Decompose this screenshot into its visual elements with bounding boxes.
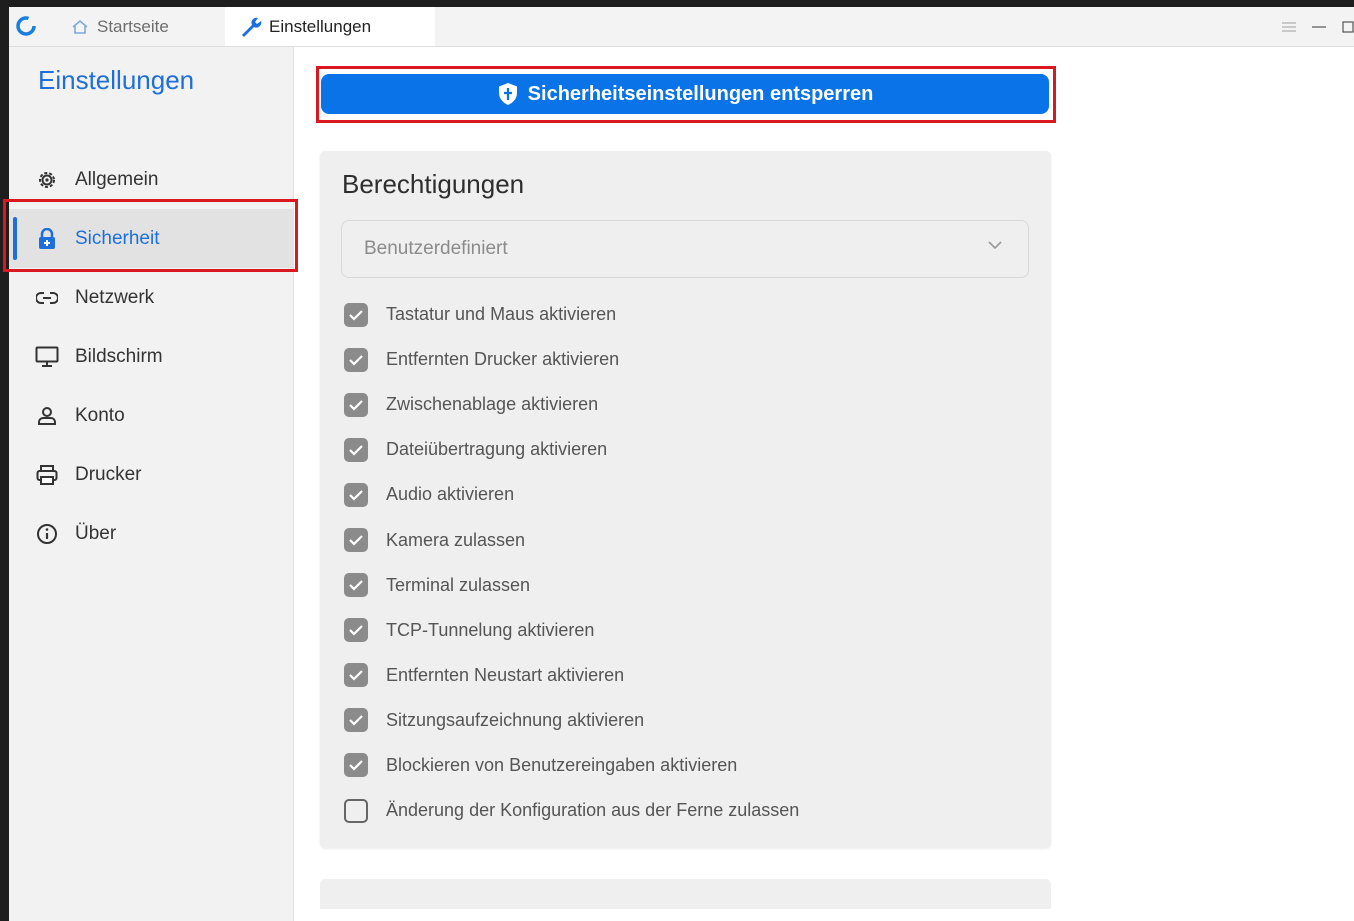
minimize-icon[interactable]: [1312, 22, 1326, 32]
chevron-down-icon: [988, 241, 1002, 250]
permission-checkbox-label: Sitzungsaufzeichnung aktivieren: [386, 709, 645, 730]
sidebar-item-label: Drucker: [75, 463, 142, 485]
title-bar: Startseite Einstellungen: [9, 7, 1354, 47]
permission-checkbox-row[interactable]: Entfernten Neustart aktivieren: [344, 653, 799, 698]
checkmark-icon: [349, 535, 363, 546]
sidebar-item-label: Sicherheit: [75, 227, 160, 249]
lock-icon: [34, 226, 60, 252]
checkbox-checked[interactable]: [344, 528, 368, 553]
checkbox-checked[interactable]: [344, 708, 368, 733]
checkmark-icon: [349, 445, 363, 456]
tab-home-label: Startseite: [97, 16, 169, 36]
info-icon: [34, 521, 60, 547]
checkmark-icon: [349, 580, 363, 591]
permission-checkbox-row[interactable]: Änderung der Konfiguration aus der Ferne…: [344, 788, 799, 833]
home-icon: [71, 19, 89, 35]
checkbox-checked[interactable]: [344, 302, 368, 327]
sidebar-item-label: Allgemein: [75, 168, 159, 190]
checkmark-icon: [349, 760, 363, 772]
gear-icon: [34, 167, 60, 193]
permission-checkbox-row[interactable]: Kamera zulassen: [344, 517, 799, 562]
checkbox-checked[interactable]: [344, 663, 368, 688]
checkbox-checked[interactable]: [344, 753, 368, 778]
checkbox-checked[interactable]: [344, 347, 368, 372]
checkmark-icon: [349, 399, 363, 411]
sidebar-nav: Allgemein Sicherheit Netzwerk Bildschirm…: [9, 150, 293, 563]
permission-checkbox-label: Blockieren von Benutzereingaben aktivier…: [386, 754, 738, 775]
tab-settings-label: Einstellungen: [269, 16, 372, 36]
checkbox-unchecked[interactable]: [344, 798, 368, 823]
checkbox-checked[interactable]: [344, 437, 368, 462]
checkmark-icon: [349, 625, 363, 636]
permission-checkbox-row[interactable]: Dateiübertragung aktivieren: [344, 427, 799, 472]
permission-checkbox-row[interactable]: Entfernten Drucker aktivieren: [344, 337, 799, 382]
sidebar-title: Einstellungen: [38, 65, 195, 95]
permission-checkbox-label: Audio aktivieren: [386, 484, 515, 505]
sidebar-item-allgemein[interactable]: Allgemein: [9, 150, 293, 209]
permission-checkbox-row[interactable]: Terminal zulassen: [344, 563, 799, 608]
permission-checkbox-label: Kamera zulassen: [386, 529, 526, 550]
permissions-card: Berechtigungen Benutzerdefiniert Tastatu…: [320, 151, 1051, 848]
permission-checkbox-label: Änderung der Konfiguration aus der Ferne…: [386, 800, 800, 821]
sidebar-item-drucker[interactable]: Drucker: [9, 445, 293, 504]
unlock-security-button[interactable]: Sicherheitseinstellungen entsperren: [321, 74, 1049, 114]
checkbox-checked[interactable]: [344, 618, 368, 643]
checkmark-icon: [349, 354, 363, 366]
maximize-icon[interactable]: [1342, 20, 1354, 33]
unlock-security-button-label: Sicherheitseinstellungen entsperren: [527, 82, 874, 105]
sidebar-item-label: Bildschirm: [75, 345, 163, 367]
sidebar-item-label: Netzwerk: [75, 286, 155, 308]
permission-checkbox-row[interactable]: Sitzungsaufzeichnung aktivieren: [344, 698, 799, 743]
permission-checkbox-label: Entfernten Drucker aktivieren: [386, 349, 620, 370]
monitor-icon: [34, 344, 60, 370]
permission-checkbox-label: Zwischenablage aktivieren: [386, 394, 599, 415]
permissions-title: Berechtigungen: [342, 169, 525, 199]
permission-checkbox-row[interactable]: Blockieren von Benutzereingaben aktivier…: [344, 743, 799, 788]
window-top-border: [0, 0, 1354, 7]
sidebar-item-ueber[interactable]: Über: [9, 504, 293, 563]
permission-checkbox-row[interactable]: Audio aktivieren: [344, 472, 799, 517]
permission-checkbox-list: Tastatur und Maus aktivieren Entfernten D…: [344, 292, 799, 833]
permission-checkbox-row[interactable]: TCP-Tunnelung aktivieren: [344, 608, 799, 653]
checkbox-checked[interactable]: [344, 482, 368, 507]
checkbox-checked[interactable]: [344, 573, 368, 598]
checkmark-icon: [349, 715, 363, 726]
sidebar: Einstellungen Allgemein Sicherheit Netzw…: [9, 47, 294, 921]
sidebar-item-label: Konto: [75, 404, 125, 426]
permission-checkbox-row[interactable]: Zwischenablage aktivieren: [344, 382, 799, 427]
sidebar-item-sicherheit[interactable]: Sicherheit: [9, 209, 293, 268]
link-icon: [34, 285, 60, 311]
window-left-border: [0, 0, 9, 921]
permission-checkbox-label: Tastatur und Maus aktivieren: [386, 304, 617, 325]
permission-preset-value: Benutzerdefiniert: [364, 238, 508, 259]
user-icon: [34, 403, 60, 429]
sidebar-item-konto[interactable]: Konto: [9, 386, 293, 445]
sidebar-item-label: Über: [75, 522, 117, 544]
app-logo-icon: [16, 16, 36, 36]
menu-icon[interactable]: [1282, 21, 1296, 32]
checkbox-checked[interactable]: [344, 392, 368, 417]
permission-preset-select[interactable]: Benutzerdefiniert: [341, 220, 1029, 278]
tab-settings[interactable]: Einstellungen: [225, 7, 435, 46]
checkmark-icon: [349, 309, 363, 321]
window-controls: [1266, 7, 1354, 46]
printer-icon: [34, 462, 60, 488]
sidebar-item-bildschirm[interactable]: Bildschirm: [9, 327, 293, 386]
permission-checkbox-label: Terminal zulassen: [386, 574, 531, 595]
permission-checkbox-label: TCP-Tunnelung aktivieren: [386, 619, 595, 640]
permission-checkbox-label: Entfernten Neustart aktivieren: [386, 664, 625, 685]
checkmark-icon: [349, 490, 363, 501]
next-settings-card: [320, 879, 1051, 909]
permission-checkbox-label: Dateiübertragung aktivieren: [386, 439, 608, 460]
checkmark-icon: [349, 670, 363, 681]
tab-home[interactable]: Startseite: [71, 7, 169, 46]
permission-checkbox-row[interactable]: Tastatur und Maus aktivieren: [344, 292, 799, 337]
wrench-icon: [239, 16, 263, 38]
shield-icon: [497, 82, 519, 106]
sidebar-item-netzwerk[interactable]: Netzwerk: [9, 268, 293, 327]
